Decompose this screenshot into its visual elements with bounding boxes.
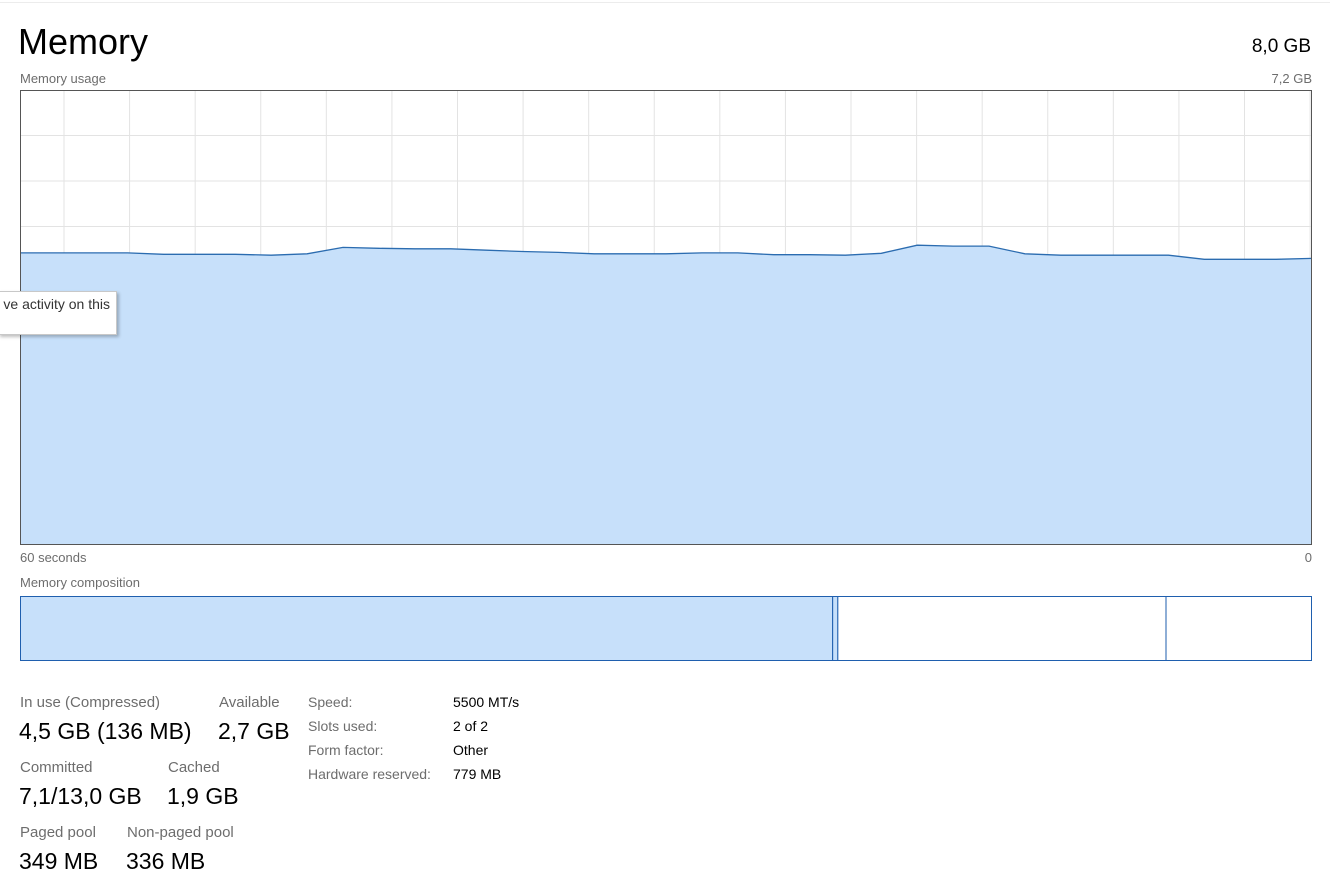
paged-pool-value: 349 MB (19, 848, 99, 874)
composition-in-use-segment[interactable] (20, 596, 834, 661)
cached-label: Cached (168, 759, 220, 776)
composition-standby-segment[interactable] (837, 596, 1167, 661)
top-divider (0, 2, 1330, 3)
speed-label: Speed: (308, 694, 353, 710)
form-factor-label: Form factor: (308, 742, 384, 758)
in-use-value: 4,5 GB (136 MB) (19, 718, 192, 744)
non-paged-pool-value: 336 MB (126, 848, 206, 874)
hardware-reserved-value: 779 MB (453, 766, 502, 782)
total-memory: 8,0 GB (1251, 36, 1311, 57)
hardware-reserved-label: Hardware reserved: (308, 766, 431, 782)
committed-value: 7,1/13,0 GB (19, 783, 142, 809)
non-paged-pool-label: Non-paged pool (127, 824, 234, 841)
graph-time-right-label: 0 (1304, 550, 1312, 565)
committed-label: Committed (20, 759, 93, 776)
graph-max-label: 7,2 GB (1271, 71, 1312, 86)
composition-free-segment[interactable] (1165, 596, 1312, 661)
speed-value: 5500 MT/s (453, 694, 520, 710)
page-title: Memory (18, 21, 149, 62)
paged-pool-label: Paged pool (20, 824, 96, 841)
cached-value: 1,9 GB (167, 783, 239, 809)
memory-composition-label: Memory composition (20, 575, 140, 590)
slots-used-label: Slots used: (308, 718, 378, 734)
graph-tooltip: ve activity on this (0, 291, 117, 335)
form-factor-value: Other (453, 742, 489, 758)
memory-usage-graph[interactable] (20, 90, 1312, 545)
composition-modified-segment[interactable] (832, 596, 839, 661)
usage-area (20, 245, 1312, 545)
memory-usage-label: Memory usage (20, 71, 106, 86)
available-value: 2,7 GB (218, 718, 290, 744)
available-label: Available (219, 694, 280, 711)
in-use-label: In use (Compressed) (20, 694, 161, 711)
tooltip-text: ve activity on this (3, 296, 110, 312)
memory-composition-bar[interactable] (20, 596, 1312, 661)
slots-used-value: 2 of 2 (453, 718, 489, 734)
graph-time-left-label: 60 seconds (20, 550, 87, 565)
